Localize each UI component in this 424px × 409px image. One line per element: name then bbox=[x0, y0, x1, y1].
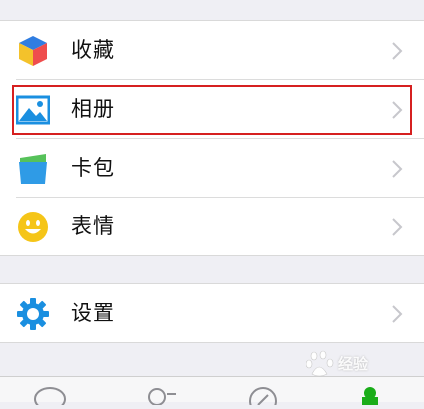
menu-item-card-wallet[interactable]: 卡包 bbox=[0, 139, 424, 197]
album-picture-icon bbox=[15, 93, 51, 127]
menu-item-label: 卡包 bbox=[71, 156, 115, 180]
chevron-right-icon bbox=[390, 304, 404, 324]
discover-tab-icon[interactable] bbox=[246, 385, 280, 409]
menu-group-primary: 收藏 相册 卡包 表情 bbox=[0, 20, 424, 256]
sticker-smiley-icon bbox=[16, 210, 50, 244]
settings-gear-icon bbox=[16, 297, 50, 331]
watermark-logo: 经验 bbox=[306, 346, 416, 382]
chevron-right-icon bbox=[390, 217, 404, 237]
chevron-right-icon bbox=[390, 100, 404, 120]
me-tab-icon[interactable] bbox=[356, 385, 390, 409]
menu-group-settings: 设置 bbox=[0, 283, 424, 343]
card-wallet-icon bbox=[16, 152, 50, 186]
menu-item-label: 表情 bbox=[71, 214, 115, 238]
menu-item-favorites[interactable]: 收藏 bbox=[0, 21, 424, 79]
favorites-cube-icon bbox=[16, 34, 50, 68]
menu-item-label: 设置 bbox=[71, 301, 115, 325]
menu-item-label: 收藏 bbox=[71, 38, 115, 62]
menu-item-stickers[interactable]: 表情 bbox=[0, 197, 424, 255]
contacts-tab-icon[interactable] bbox=[145, 385, 179, 409]
chats-tab-icon[interactable] bbox=[33, 385, 67, 409]
watermark-text: 经验 bbox=[338, 355, 369, 373]
menu-item-label: 相册 bbox=[71, 97, 115, 121]
chevron-right-icon bbox=[390, 159, 404, 179]
menu-item-album[interactable]: 相册 bbox=[0, 80, 424, 138]
menu-item-settings[interactable]: 设置 bbox=[0, 284, 424, 342]
chevron-right-icon bbox=[390, 41, 404, 61]
